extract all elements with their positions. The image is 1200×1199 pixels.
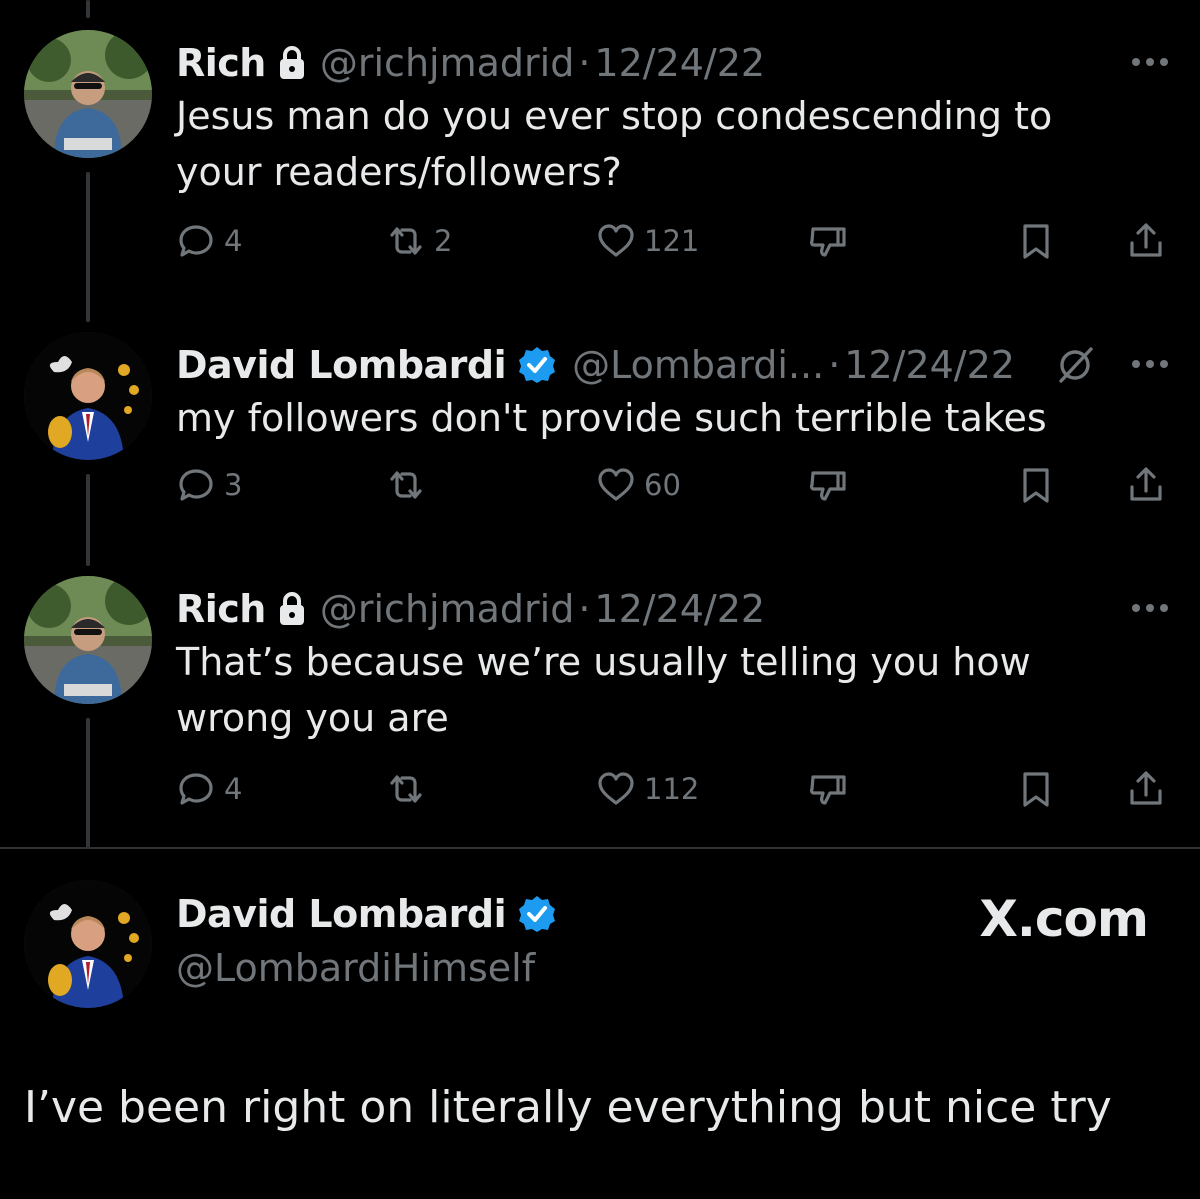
- dislike-button[interactable]: [808, 218, 848, 264]
- tweet-actions: 4 2 121: [176, 218, 1176, 264]
- reply-button[interactable]: 3: [176, 462, 242, 508]
- tweet-actions: 4 112: [176, 766, 1176, 812]
- main-author-name-row: David Lombardi: [176, 892, 572, 936]
- retweet-button[interactable]: [386, 462, 434, 508]
- like-count: 121: [644, 224, 700, 258]
- dislike-button[interactable]: [808, 462, 848, 508]
- like-button[interactable]: 112: [596, 766, 699, 812]
- like-count: 112: [644, 772, 700, 806]
- avatar-image: [24, 576, 152, 704]
- x-com-brand: X.com: [979, 890, 1149, 948]
- thumbs-down-icon: [810, 227, 846, 257]
- avatar-rich[interactable]: [24, 30, 152, 158]
- thumbs-down-icon: [810, 471, 846, 501]
- tweet-text: That’s because we’re usually telling you…: [176, 640, 1031, 740]
- tweet-text: Jesus man do you ever stop condescending…: [176, 94, 1053, 194]
- avatar-image: [24, 30, 152, 158]
- tweet-text: my followers don't provide such terrible…: [176, 396, 1047, 440]
- like-button[interactable]: 121: [596, 218, 699, 264]
- tweet-header: David Lombardi @Lombardi... · 12/24/22: [176, 340, 1095, 390]
- lock-icon: [279, 592, 304, 625]
- reply-count: 3: [224, 468, 243, 502]
- like-count: 60: [644, 468, 681, 502]
- tweet-date[interactable]: 12/24/22: [594, 586, 765, 632]
- thread-line: [86, 0, 90, 18]
- tweet-header: Rich @richjmadrid · 12/24/22: [176, 38, 765, 88]
- verified-badge-icon: [519, 347, 556, 383]
- avatar-david-lombardi[interactable]: [24, 880, 152, 1008]
- like-button[interactable]: 60: [596, 462, 681, 508]
- heart-icon: [598, 772, 634, 805]
- reply-icon: [179, 225, 213, 257]
- thread-line: [86, 172, 90, 322]
- reply-icon: [179, 469, 213, 501]
- separator: ·: [578, 41, 591, 85]
- restricted-replies-icon: [1059, 347, 1093, 383]
- share-icon: [1130, 771, 1162, 805]
- share-button[interactable]: [1126, 766, 1166, 812]
- retweet-icon: [390, 227, 422, 255]
- lock-icon: [279, 46, 304, 79]
- retweet-button[interactable]: [386, 766, 434, 812]
- reply-icon: [179, 773, 213, 805]
- thread-line: [86, 718, 90, 848]
- tweet-header: Rich @richjmadrid · 12/24/22: [176, 584, 765, 634]
- bookmark-icon: [1023, 772, 1049, 807]
- separator: ·: [578, 587, 591, 631]
- share-button[interactable]: [1126, 462, 1166, 508]
- retweet-count: 2: [434, 224, 453, 258]
- avatar-rich[interactable]: [24, 576, 152, 704]
- tweet-date[interactable]: 12/24/22: [844, 342, 1015, 388]
- tweet-actions: 3 60: [176, 462, 1176, 508]
- author-handle[interactable]: @richjmadrid: [320, 40, 574, 86]
- share-icon: [1130, 467, 1162, 501]
- bookmark-button[interactable]: [1016, 462, 1056, 508]
- bookmark-icon: [1023, 468, 1049, 503]
- more-icon[interactable]: [1130, 358, 1170, 370]
- avatar-image: [24, 332, 152, 460]
- heart-icon: [598, 468, 634, 501]
- share-button[interactable]: [1126, 218, 1166, 264]
- tweet-date[interactable]: 12/24/22: [594, 40, 765, 86]
- main-tweet-text: I’ve been right on literally everything …: [24, 1082, 1112, 1133]
- author-handle[interactable]: @richjmadrid: [320, 586, 574, 632]
- thread-line: [86, 474, 90, 566]
- more-icon[interactable]: [1130, 56, 1170, 68]
- author-name[interactable]: David Lombardi: [176, 342, 507, 388]
- reply-button[interactable]: 4: [176, 218, 242, 264]
- author-handle[interactable]: @Lombardi...: [572, 342, 824, 388]
- separator: ·: [828, 343, 841, 387]
- avatar-image: [24, 880, 152, 1008]
- dislike-button[interactable]: [808, 766, 848, 812]
- thumbs-down-icon: [810, 775, 846, 805]
- bookmark-icon: [1023, 224, 1049, 259]
- retweet-icon: [390, 775, 422, 803]
- retweet-button[interactable]: 2: [386, 218, 452, 264]
- verified-badge-icon: [519, 896, 556, 932]
- heart-icon: [598, 224, 634, 257]
- author-name[interactable]: Rich: [176, 40, 266, 86]
- more-icon[interactable]: [1130, 602, 1170, 614]
- reply-count: 4: [224, 224, 243, 258]
- share-icon: [1130, 223, 1162, 257]
- avatar-david-lombardi[interactable]: [24, 332, 152, 460]
- divider: [0, 847, 1200, 849]
- author-handle[interactable]: @LombardiHimself: [176, 946, 535, 990]
- page: Rich @richjmadrid · 12/24/22 Jesus man d…: [0, 0, 1200, 1199]
- author-name[interactable]: David Lombardi: [176, 892, 507, 936]
- bookmark-button[interactable]: [1016, 218, 1056, 264]
- retweet-icon: [390, 471, 422, 499]
- reply-button[interactable]: 4: [176, 766, 242, 812]
- bookmark-button[interactable]: [1016, 766, 1056, 812]
- author-name[interactable]: Rich: [176, 586, 266, 632]
- reply-count: 4: [224, 772, 243, 806]
